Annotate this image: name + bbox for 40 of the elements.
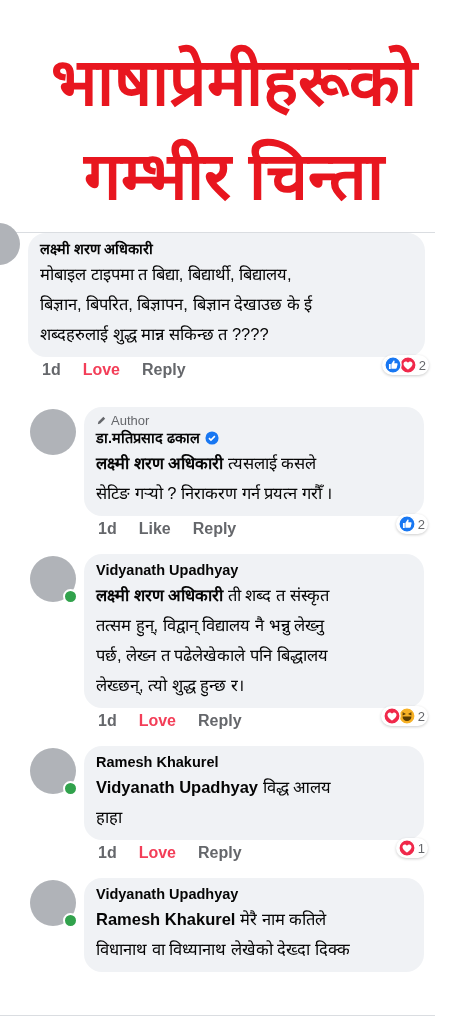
avatar[interactable] bbox=[30, 556, 76, 602]
commenter-name[interactable]: Vidyanath Upadhyay bbox=[96, 884, 239, 904]
avatar[interactable] bbox=[30, 880, 76, 926]
headline-text: गम्भीर चिन्ता bbox=[83, 137, 385, 215]
heart-reaction-icon bbox=[382, 707, 401, 725]
comment-text: Vidyanath Upadhyay विद्ध आलय हाहा bbox=[96, 777, 333, 828]
avatar[interactable] bbox=[30, 748, 76, 794]
avatar[interactable] bbox=[30, 409, 76, 455]
laughing-reaction-icon bbox=[397, 707, 416, 725]
comment-time[interactable]: 1d bbox=[42, 361, 61, 379]
like-reaction-icon bbox=[383, 356, 402, 374]
comment-time[interactable]: 1d bbox=[98, 844, 117, 862]
reply-link[interactable]: Reply bbox=[142, 361, 186, 379]
reaction-link[interactable]: Love bbox=[82, 361, 120, 379]
reaction-summary[interactable]: 2 bbox=[395, 514, 428, 534]
comment-time[interactable]: 1d bbox=[98, 712, 117, 730]
reaction-link[interactable]: Love bbox=[138, 712, 176, 730]
commenter-name[interactable]: Vidyanath Upadhyay bbox=[96, 560, 239, 580]
comment-text: लक्ष्मी शरण अधिकारी त्यसलाई कसले सेटिङ गर्‍यो ? निराकरण गर्न प्रयत्न गरौँ । bbox=[96, 453, 334, 504]
commenter-name[interactable]: लक्ष्मी शरण अधिकारी bbox=[40, 239, 154, 259]
comment-text: मोबाइल टाइपमा त बिद्या, बिद्यार्थी, बिद्यालय, बिज्ञान, बिपरित, बिज्ञापन, बिज्ञान देखाउछ के ई शब्दहरुलाई शुद्ध मान्न सकिन्छ त ???? bbox=[40, 264, 314, 347]
comment-text: लक्ष्मी शरण अधिकारी ती शब्द त संस्कृत तत्सम हुन्, विद्वान् विद्यालय नै भन्नु लेख्नु पर्छ, लेख्न त पढेलेखेकाले पनि बिद्धालय लेख्छन्, त्यो शुद्ध हुन्छ र। bbox=[96, 580, 412, 700]
heart-reaction-icon bbox=[397, 839, 416, 857]
reaction-link[interactable]: Like bbox=[138, 520, 171, 538]
reply-link[interactable]: Reply bbox=[192, 520, 237, 538]
comment-text: Ramesh Khakurel मेरै नाम कतिले विधानाथ वा विध्यानाथ लेखेको देख्दा दिक्क bbox=[96, 909, 351, 960]
pencil-icon bbox=[96, 415, 107, 426]
headline-text: भाषाप्रेमीहरूको bbox=[51, 43, 417, 121]
like-reaction-icon bbox=[397, 515, 416, 533]
reaction-summary[interactable]: 1 bbox=[395, 838, 428, 858]
heart-reaction-icon bbox=[398, 356, 417, 374]
reply-link[interactable]: Reply bbox=[198, 844, 242, 862]
reply-link[interactable]: Reply bbox=[198, 712, 242, 730]
reaction-summary[interactable]: 2 bbox=[381, 355, 429, 375]
reaction-summary[interactable]: 2 bbox=[380, 706, 428, 726]
comment-time[interactable]: 1d bbox=[98, 520, 117, 538]
commenter-name[interactable]: Ramesh Khakurel bbox=[96, 752, 219, 772]
author-label: Author bbox=[111, 413, 150, 428]
reaction-link[interactable]: Love bbox=[138, 844, 176, 862]
commenter-name[interactable]: डा.मतिप्रसाद ढकाल bbox=[96, 428, 201, 448]
